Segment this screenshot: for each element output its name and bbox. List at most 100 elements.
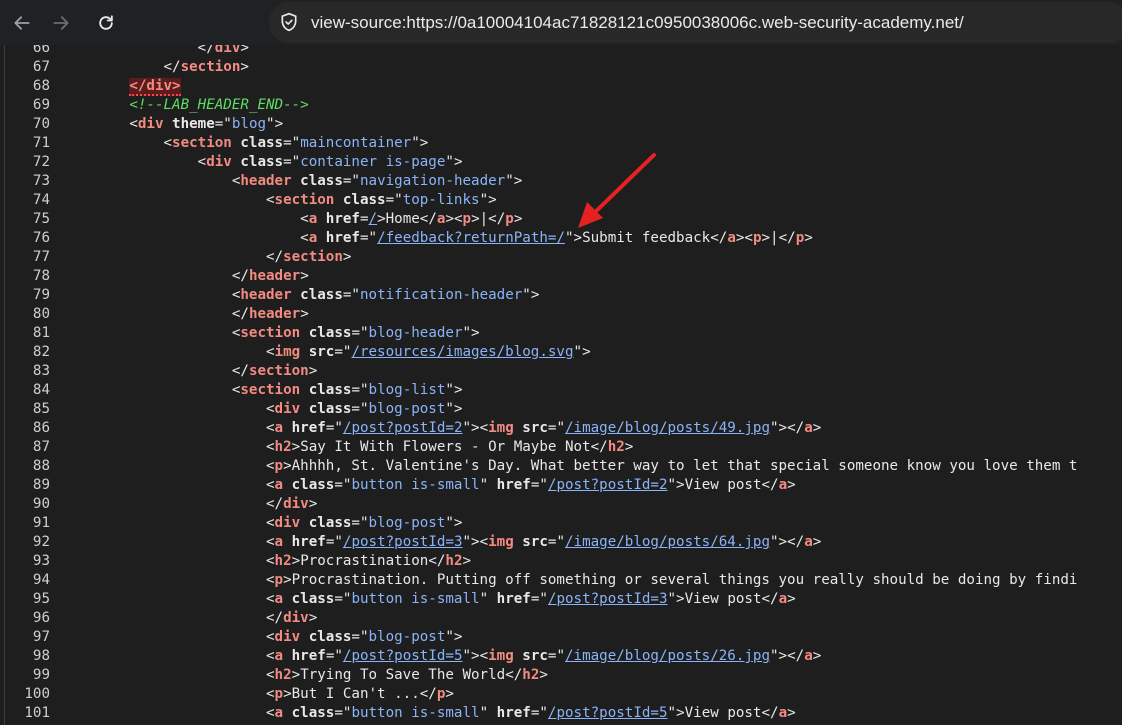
line-code: <div class="container is-page">: [61, 153, 463, 172]
code-token: >: [445, 686, 454, 702]
code-token: button is-small: [351, 591, 480, 607]
code-token: >: [291, 667, 301, 683]
line-number: 98: [32, 648, 50, 664]
forward-button[interactable]: [44, 6, 78, 40]
line-number: 90: [32, 496, 50, 512]
url-text[interactable]: view-source:https://0a10004104ac71828121…: [311, 2, 964, 43]
code-token: <: [266, 667, 275, 683]
source-line: 75 <a href=/>Home</a><p>|</p>: [0, 210, 1122, 229]
source-line: 70 <div theme="blog">: [0, 115, 1122, 134]
code-token: <: [266, 705, 275, 721]
code-token: =": [530, 591, 548, 607]
code-token: img: [488, 534, 514, 550]
code-token: =": [334, 344, 352, 360]
source-link[interactable]: /image/blog/posts/26.jpg: [565, 648, 770, 664]
source-line: 80 </header>: [0, 305, 1122, 324]
source-link[interactable]: /: [369, 211, 378, 227]
source-link[interactable]: /post?postId=5: [343, 648, 463, 664]
code-token: blog-post: [368, 629, 446, 645]
source-line: 82 <img src="/resources/images/blog.svg"…: [0, 343, 1122, 362]
line-code: <a href=/>Home</a><p>|</p>: [61, 210, 522, 229]
code-token: Say It With Flowers - Or Maybe Not: [300, 439, 591, 455]
code-token: a: [274, 420, 284, 436]
line-code: <div class="blog-post">: [61, 628, 462, 647]
code-token: >: [513, 211, 523, 227]
code-token: >: [624, 439, 634, 455]
code-token: class: [291, 173, 343, 189]
source-line: 88 <p>Ahhhh, St. Valentine's Day. What b…: [0, 457, 1122, 476]
code-token: >: [308, 496, 318, 512]
code-token: >: [291, 553, 301, 569]
line-code: <!--LAB_HEADER_END-->: [61, 96, 308, 115]
site-info-shield-icon[interactable]: [279, 12, 299, 32]
code-token: =": [325, 534, 343, 550]
source-link[interactable]: /post?postId=5: [548, 705, 668, 721]
source-link[interactable]: /post?postId=2: [548, 477, 668, 493]
source-link[interactable]: /post?postId=2: [343, 420, 463, 436]
line-number: 94: [32, 572, 50, 588]
code-token: img: [488, 648, 514, 664]
code-token: =": [547, 648, 566, 664]
source-link[interactable]: /image/blog/posts/64.jpg: [565, 534, 770, 550]
source-line: 79 <header class="notification-header">: [0, 286, 1122, 305]
line-number: 83: [32, 363, 50, 379]
code-token: <: [300, 230, 309, 246]
code-token: >: [308, 610, 318, 626]
source-line: 94 <p>Procrastination. Putting off somet…: [0, 571, 1122, 590]
source-line: 91 <div class="blog-post">: [0, 514, 1122, 533]
code-token: </: [761, 591, 779, 607]
annotation-arrow: [578, 153, 656, 228]
source-link[interactable]: /resources/images/blog.svg: [351, 344, 573, 360]
source-link[interactable]: /post?postId=3: [548, 591, 668, 607]
code-token: a: [804, 420, 813, 436]
code-token: class: [283, 705, 335, 721]
line-number: 72: [32, 154, 50, 170]
code-token: >: [283, 458, 292, 474]
code-token: href: [317, 211, 360, 227]
code-token: href: [317, 230, 360, 246]
line-code: <h2>Trying To Save The World</h2>: [61, 666, 548, 685]
code-token: blog: [231, 116, 267, 132]
reload-icon: [99, 15, 113, 30]
code-token: Ahhhh, St. Valentine's Day. What better …: [291, 458, 1078, 474]
code-token: a: [274, 591, 284, 607]
code-token: =": [334, 477, 352, 493]
code-token: a: [778, 477, 788, 493]
code-token: a: [308, 230, 318, 246]
code-token: a: [778, 591, 788, 607]
code-token: header: [248, 306, 301, 322]
code-token: >: [787, 477, 796, 493]
code-token: class: [291, 287, 343, 303]
code-token: ": [479, 705, 489, 721]
code-token: href: [283, 534, 326, 550]
source-line: 97 <div class="blog-post">: [0, 628, 1122, 647]
line-number: 73: [32, 173, 50, 189]
code-token: >: [291, 439, 301, 455]
line-code: </div>: [61, 77, 181, 96]
code-token: </: [231, 268, 249, 284]
line-code: <p>Procrastination. Putting off somethin…: [61, 571, 1077, 590]
source-line: 101 <a class="button is-small" href="/po…: [0, 704, 1122, 723]
line-number: 96: [32, 610, 50, 626]
source-link[interactable]: /feedback?returnPath=/: [377, 230, 565, 246]
code-token: blog-list: [368, 382, 446, 398]
line-number: 92: [32, 534, 50, 550]
code-token: top-links: [402, 192, 480, 208]
code-token: class: [231, 154, 284, 170]
code-token: </: [505, 667, 523, 683]
code-token: <: [266, 401, 275, 417]
code-token: </: [231, 306, 249, 322]
reload-button[interactable]: [89, 6, 123, 40]
source-link[interactable]: /post?postId=3: [343, 534, 463, 550]
source-link[interactable]: /image/blog/posts/49.jpg: [565, 420, 770, 436]
code-token: div: [274, 515, 301, 531]
code-token: p: [795, 230, 805, 246]
code-token: <: [266, 686, 275, 702]
code-token: ">: [479, 192, 497, 208]
code-token: </: [590, 439, 608, 455]
address-bar[interactable]: view-source:https://0a10004104ac71828121…: [269, 2, 1122, 43]
code-token: header: [240, 287, 292, 303]
code-token: <: [266, 553, 275, 569]
code-token: >: [300, 306, 309, 322]
back-button[interactable]: [5, 6, 39, 40]
